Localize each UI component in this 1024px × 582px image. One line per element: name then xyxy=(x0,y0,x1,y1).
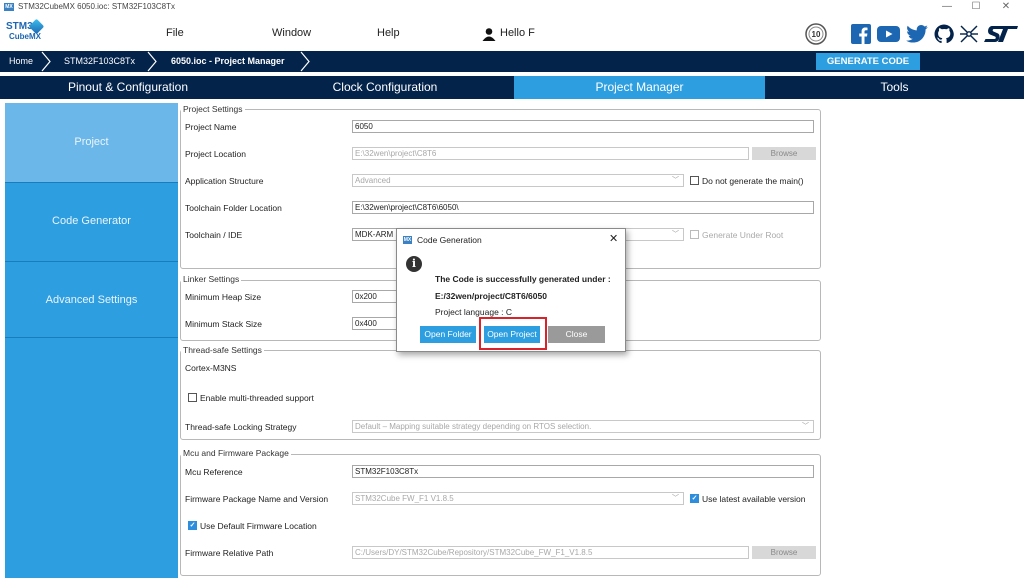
application-structure-label: Application Structure xyxy=(185,176,264,186)
tab-clock-configuration[interactable]: Clock Configuration xyxy=(256,76,514,99)
youtube-icon[interactable] xyxy=(877,26,900,42)
firmware-relative-path-label: Firmware Relative Path xyxy=(185,548,274,558)
anniversary-badge-text: 10 xyxy=(812,30,821,39)
dialog-message-path: E:/32wen/project/C8T6/6050 xyxy=(435,291,547,301)
facebook-icon[interactable] xyxy=(851,24,871,44)
project-location-label: Project Location xyxy=(185,149,246,159)
github-icon[interactable] xyxy=(934,24,954,44)
toolchain-folder-label: Toolchain Folder Location xyxy=(185,203,282,213)
app-icon: MX xyxy=(4,3,14,11)
min-heap-input[interactable]: 0x200 xyxy=(352,290,402,303)
enable-multithreaded-label: Enable multi-threaded support xyxy=(200,393,314,403)
twitter-icon[interactable] xyxy=(906,25,928,43)
toolchain-ide-label: Toolchain / IDE xyxy=(185,230,243,240)
window-title: STM32CubeMX 6050.ioc: STM32F103C8Tx xyxy=(18,2,175,11)
project-location-input[interactable]: E:\32wen\project\C8T6 xyxy=(352,147,749,160)
mcu-firmware-title: Mcu and Firmware Package xyxy=(181,448,291,458)
thread-safe-title: Thread-safe Settings xyxy=(181,345,264,355)
chevron-down-icon: ﹀ xyxy=(672,495,679,502)
sidebar-item-code-generator[interactable]: Code Generator xyxy=(5,182,178,261)
breadcrumb: Home STM32F103C8Tx 6050.ioc - Project Ma… xyxy=(0,51,1024,72)
application-structure-value: Advanced xyxy=(355,176,391,185)
locking-strategy-value: Default – Mapping suitable strategy depe… xyxy=(355,422,592,431)
generate-under-root-label: Generate Under Root xyxy=(702,230,784,240)
maximize-button[interactable]: ☐ xyxy=(966,0,986,14)
chevron-down-icon: ﹀ xyxy=(672,231,679,238)
sidebar-divider xyxy=(5,337,178,338)
firmware-browse-button[interactable]: Browse xyxy=(752,546,816,559)
user-icon[interactable] xyxy=(482,28,496,41)
breadcrumb-mcu[interactable]: STM32F103C8Tx xyxy=(64,51,135,72)
red-highlight-box xyxy=(479,317,547,350)
minimize-button[interactable]: — xyxy=(937,0,957,14)
tab-pinout-configuration[interactable]: Pinout & Configuration xyxy=(0,76,256,99)
menu-bar: STM32 CubeMX File Window Help Hello F 10 xyxy=(0,14,1024,51)
st-logo-icon[interactable] xyxy=(984,26,1018,42)
info-icon: i xyxy=(406,256,422,272)
locking-strategy-select[interactable]: Default – Mapping suitable strategy depe… xyxy=(352,420,814,433)
mcu-reference-label: Mcu Reference xyxy=(185,467,243,477)
enable-multithreaded-checkbox[interactable] xyxy=(188,393,197,402)
logo-cubemx: CubeMX xyxy=(9,32,41,41)
network-icon[interactable] xyxy=(959,24,979,44)
dialog-title-bar: MX Code Generation ✕ xyxy=(397,229,625,251)
project-settings-title: Project Settings xyxy=(181,104,245,114)
use-default-firmware-location-checkbox[interactable] xyxy=(188,521,197,530)
toolchain-folder-input[interactable]: E:\32wen\project\C8T6\6050\ xyxy=(352,201,814,214)
breadcrumb-separator-icon xyxy=(147,51,157,72)
mcu-reference-input[interactable]: STM32F103C8Tx xyxy=(352,465,814,478)
menu-window[interactable]: Window xyxy=(272,26,311,40)
firmware-package-select[interactable]: STM32Cube FW_F1 V1.8.5 ﹀ xyxy=(352,492,684,505)
breadcrumb-separator-icon xyxy=(41,51,51,72)
firmware-package-label: Firmware Package Name and Version xyxy=(185,494,329,504)
sidebar-item-advanced-settings[interactable]: Advanced Settings xyxy=(5,261,178,340)
dialog-title: Code Generation xyxy=(417,235,482,245)
do-not-generate-main-label: Do not generate the main() xyxy=(702,176,804,186)
project-location-browse-button[interactable]: Browse xyxy=(752,147,816,160)
firmware-relative-path-input[interactable]: C:/Users/DY/STM32Cube/Repository/STM32Cu… xyxy=(352,546,749,559)
generate-under-root-checkbox[interactable] xyxy=(690,230,699,239)
min-stack-input[interactable]: 0x400 xyxy=(352,317,402,330)
tab-tools[interactable]: Tools xyxy=(765,76,1024,99)
close-dialog-button[interactable]: Close xyxy=(548,326,605,343)
use-latest-version-label: Use latest available version xyxy=(702,494,806,504)
firmware-package-value: STM32Cube FW_F1 V1.8.5 xyxy=(355,494,454,503)
left-sidebar: Project Code Generator Advanced Settings xyxy=(5,103,178,578)
tab-project-manager[interactable]: Project Manager xyxy=(514,76,765,99)
core-label: Cortex-M3NS xyxy=(185,363,237,373)
open-folder-button[interactable]: Open Folder xyxy=(420,326,476,343)
close-window-button[interactable]: ✕ xyxy=(996,0,1016,14)
anniversary-10-icon[interactable]: 10 xyxy=(805,23,827,45)
menu-file[interactable]: File xyxy=(166,26,184,40)
locking-strategy-label: Thread-safe Locking Strategy xyxy=(185,422,297,432)
user-greeting[interactable]: Hello F xyxy=(500,26,535,40)
sidebar-item-project[interactable]: Project xyxy=(5,103,178,182)
min-heap-label: Minimum Heap Size xyxy=(185,292,262,302)
use-default-firmware-location-label: Use Default Firmware Location xyxy=(200,521,317,531)
do-not-generate-main-checkbox[interactable] xyxy=(690,176,699,185)
dialog-app-icon: MX xyxy=(403,236,412,244)
use-latest-version-checkbox[interactable] xyxy=(690,494,699,503)
breadcrumb-separator-icon xyxy=(300,51,310,72)
generate-code-button[interactable]: GENERATE CODE xyxy=(816,53,920,70)
application-structure-select[interactable]: Advanced ﹀ xyxy=(352,174,684,187)
tab-bar: Pinout & Configuration Clock Configurati… xyxy=(0,76,1024,99)
project-name-input[interactable]: 6050 xyxy=(352,120,814,133)
min-stack-label: Minimum Stack Size xyxy=(185,319,262,329)
chevron-down-icon: ﹀ xyxy=(802,423,809,430)
chevron-down-icon: ﹀ xyxy=(672,177,679,184)
dialog-close-icon[interactable]: ✕ xyxy=(609,233,618,245)
window-title-bar: MX STM32CubeMX 6050.ioc: STM32F103C8Tx —… xyxy=(0,0,1024,14)
menu-help[interactable]: Help xyxy=(377,26,400,40)
project-name-label: Project Name xyxy=(185,122,237,132)
breadcrumb-project-manager[interactable]: 6050.ioc - Project Manager xyxy=(171,51,285,72)
breadcrumb-home[interactable]: Home xyxy=(9,51,33,72)
linker-settings-title: Linker Settings xyxy=(181,274,242,284)
dialog-message-line1: The Code is successfully generated under… xyxy=(435,274,611,284)
